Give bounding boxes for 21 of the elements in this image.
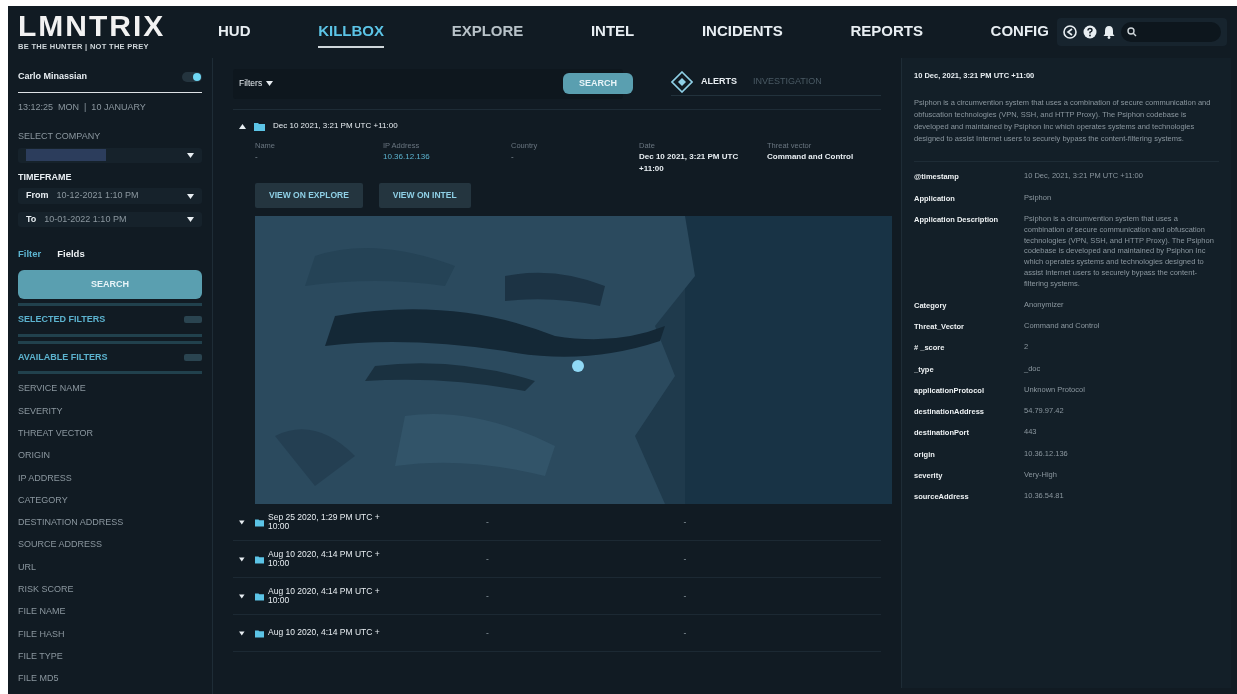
clock-text: 13:12:25 MON | 10 JANUARY: [18, 100, 147, 114]
user-name: Carlo Minassian: [18, 70, 88, 83]
table-cell-text: -: [486, 552, 490, 566]
field-value: Command and Control: [767, 151, 855, 164]
field-value: -: [511, 151, 515, 164]
logo: LMNTRIX: [18, 11, 167, 42]
field-value: -: [255, 151, 259, 164]
table-cell-text: -: [486, 626, 490, 640]
field-label: From: [26, 189, 49, 203]
field-value: Dec 10 2021, 3:21 PM UTC +11:00: [639, 151, 740, 176]
table-cell-text: -: [486, 589, 490, 603]
field-value: 10-12-2021 1:10 PM: [56, 189, 140, 203]
table-cell-text: -: [683, 589, 688, 603]
table-cell-text: -: [683, 626, 688, 640]
table-cell-text: -: [683, 515, 688, 529]
table-cell-text: -: [486, 515, 490, 529]
field-value: 10-01-2022 1:10 PM: [44, 212, 128, 226]
table-cell-text: -: [683, 552, 688, 566]
section-label: TIMEFRAME: [18, 170, 73, 184]
field-label: To: [26, 212, 37, 226]
field-label: SELECT COMPANY: [18, 130, 102, 143]
